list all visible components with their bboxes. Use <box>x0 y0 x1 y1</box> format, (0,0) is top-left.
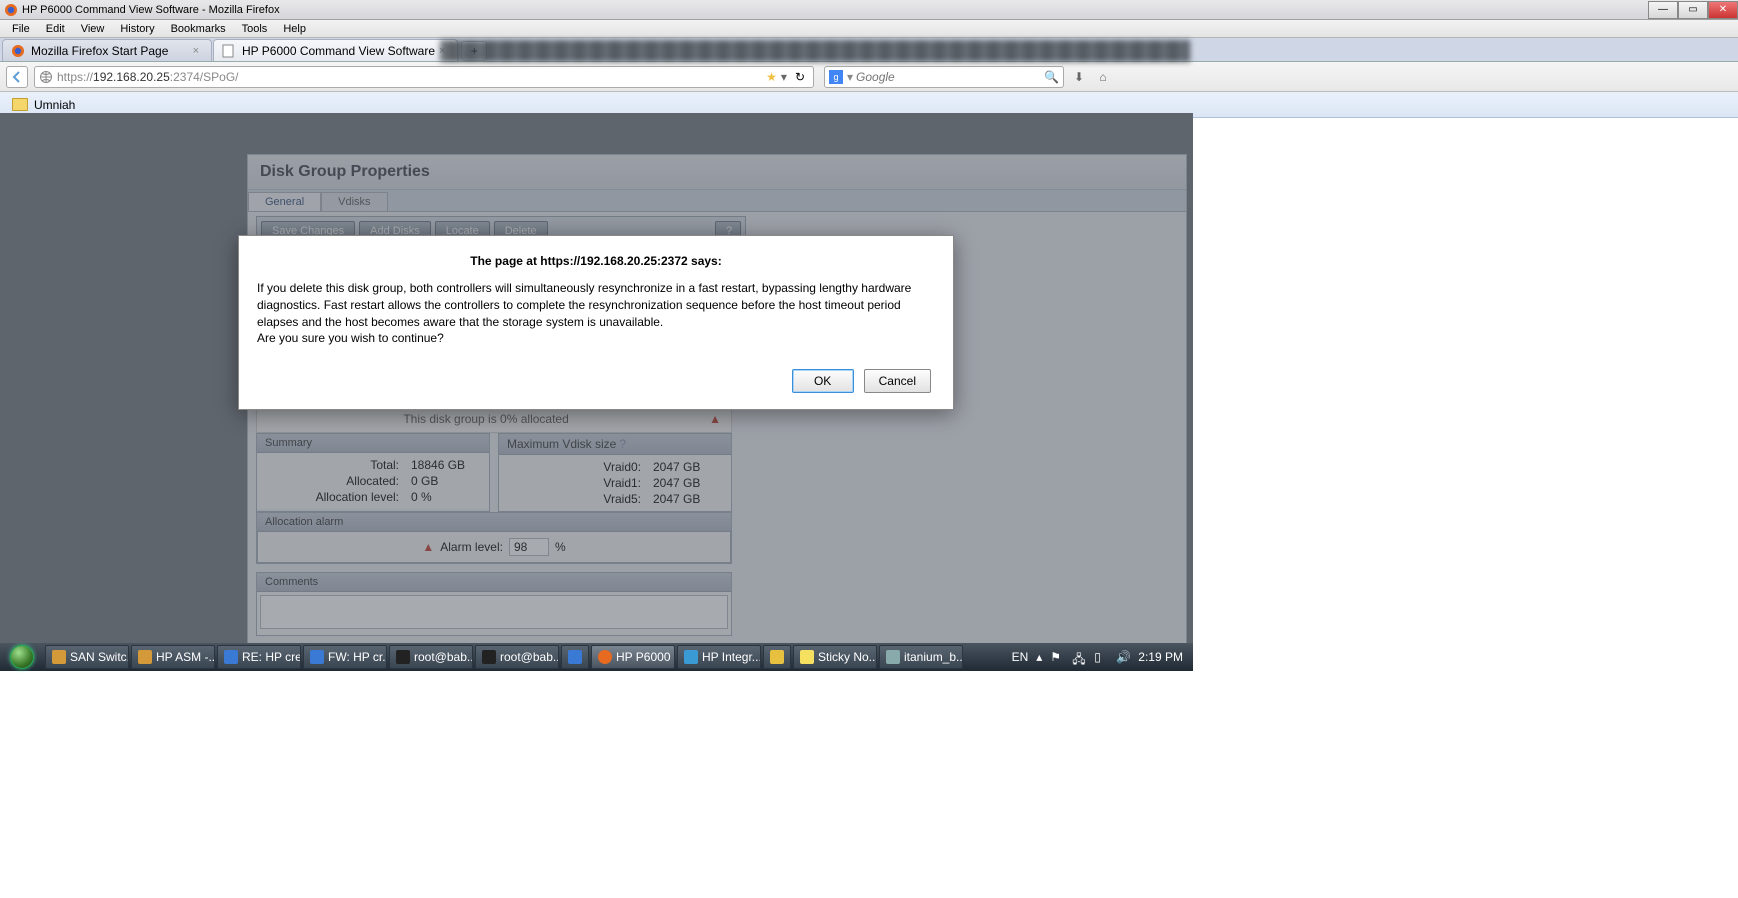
network-icon[interactable]: 🖧 <box>1072 650 1086 664</box>
taskbar-item[interactable] <box>763 645 791 669</box>
flag-icon[interactable]: ⚑ <box>1050 650 1064 664</box>
window-titlebar: HP P6000 Command View Software - Mozilla… <box>0 0 1738 20</box>
menu-edit[interactable]: Edit <box>38 21 73 37</box>
menu-view[interactable]: View <box>73 21 113 37</box>
menu-history[interactable]: History <box>112 21 162 37</box>
start-orb-icon <box>10 645 34 669</box>
battery-icon[interactable]: ▯ <box>1094 650 1108 664</box>
window-title: HP P6000 Command View Software - Mozilla… <box>22 4 280 16</box>
tab-hp-p6000[interactable]: HP P6000 Command View Software × <box>213 39 458 61</box>
bookmark-umniah[interactable]: Umniah <box>34 98 75 112</box>
menu-help[interactable]: Help <box>275 21 314 37</box>
taskbar-item[interactable]: root@bab... <box>389 645 473 669</box>
google-icon: g <box>829 70 843 84</box>
menu-bar: File Edit View History Bookmarks Tools H… <box>0 20 1738 38</box>
cancel-button[interactable]: Cancel <box>864 369 931 393</box>
menu-bookmarks[interactable]: Bookmarks <box>163 21 234 37</box>
dialog-title: The page at https://192.168.20.25:2372 s… <box>257 254 935 268</box>
close-button[interactable]: ✕ <box>1708 1 1738 19</box>
system-tray: EN ▴ ⚑ 🖧 ▯ 🔊 2:19 PM <box>1012 650 1193 664</box>
volume-icon[interactable]: 🔊 <box>1116 650 1130 664</box>
search-icon[interactable]: 🔍 <box>1044 70 1059 84</box>
taskbar-item[interactable]: root@bab... <box>475 645 559 669</box>
bookmark-star-icon[interactable]: ★ <box>766 70 777 84</box>
aero-glass-blur <box>440 40 1190 62</box>
taskbar-item[interactable] <box>561 645 589 669</box>
windows-taskbar: SAN Switc... HP ASM -... RE: HP cre... F… <box>0 643 1193 671</box>
maximize-button[interactable]: ▭ <box>1678 1 1708 19</box>
taskbar-item[interactable]: itanium_b... <box>879 645 963 669</box>
taskbar-item[interactable]: HP Integr... <box>677 645 761 669</box>
tab-label: HP P6000 Command View Software <box>242 44 435 58</box>
ok-button[interactable]: OK <box>792 369 854 393</box>
show-hidden-icon[interactable]: ▴ <box>1036 650 1042 664</box>
page-icon <box>222 44 236 58</box>
url-bar[interactable]: https://192.168.20.25:2374/SPoG/ ★ ▾ ↻ <box>34 66 814 88</box>
url-text: https://192.168.20.25:2374/SPoG/ <box>57 70 766 84</box>
language-indicator[interactable]: EN <box>1012 650 1029 664</box>
folder-icon <box>12 98 28 111</box>
start-button[interactable] <box>0 643 44 671</box>
minimize-button[interactable]: — <box>1648 1 1678 19</box>
navigation-bar: https://192.168.20.25:2374/SPoG/ ★ ▾ ↻ g… <box>0 62 1738 92</box>
confirm-dialog: The page at https://192.168.20.25:2372 s… <box>238 235 954 410</box>
downloads-icon[interactable]: ⬇ <box>1070 68 1088 86</box>
taskbar-item-active[interactable]: HP P6000 ... <box>591 645 675 669</box>
taskbar-item[interactable]: Sticky No... <box>793 645 877 669</box>
firefox-icon <box>4 3 18 17</box>
firefox-icon <box>11 44 25 58</box>
menu-tools[interactable]: Tools <box>234 21 276 37</box>
clock[interactable]: 2:19 PM <box>1138 650 1183 664</box>
reload-icon[interactable]: ↻ <box>795 70 805 84</box>
taskbar-item[interactable]: FW: HP cr... <box>303 645 387 669</box>
menu-file[interactable]: File <box>4 21 38 37</box>
browser-tabstrip: Mozilla Firefox Start Page × HP P6000 Co… <box>0 38 1738 62</box>
tab-close-icon[interactable]: × <box>189 45 203 57</box>
arrow-left-icon <box>11 71 23 83</box>
taskbar-item[interactable]: RE: HP cre... <box>217 645 301 669</box>
tab-firefox-start[interactable]: Mozilla Firefox Start Page × <box>2 39 212 61</box>
home-icon[interactable]: ⌂ <box>1094 68 1112 86</box>
dialog-message: If you delete this disk group, both cont… <box>257 280 935 347</box>
taskbar-item[interactable]: HP ASM -... <box>131 645 215 669</box>
search-box[interactable]: g ▾ 🔍 <box>824 66 1064 88</box>
url-dropdown-icon[interactable]: ▾ <box>781 70 787 84</box>
tab-label: Mozilla Firefox Start Page <box>31 44 168 58</box>
search-input[interactable] <box>856 70 1036 84</box>
back-button[interactable] <box>6 66 28 88</box>
taskbar-item[interactable]: SAN Switc... <box>45 645 129 669</box>
globe-icon <box>39 70 53 84</box>
